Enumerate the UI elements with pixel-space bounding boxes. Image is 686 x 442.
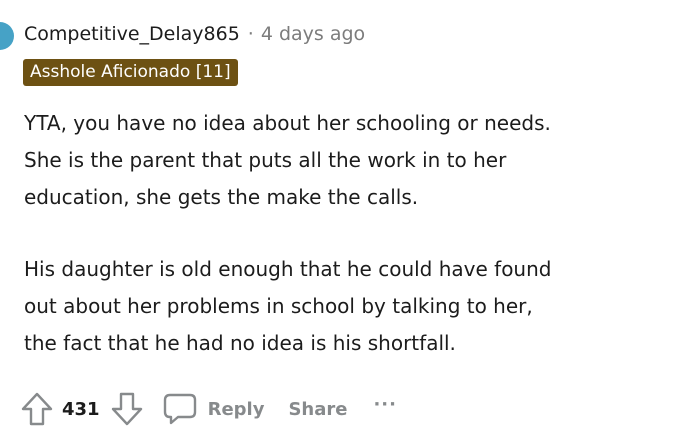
comment-paragraph-1: YTA, you have no idea about her schoolin… <box>24 105 684 216</box>
text-line: education, she gets the make the calls. <box>24 185 419 209</box>
user-flair-badge: Asshole Aficionado [11] <box>23 59 238 86</box>
upvote-arrow-icon[interactable] <box>20 391 54 427</box>
vote-count: 431 <box>62 398 100 420</box>
text-line: She is the parent that puts all the work… <box>24 148 507 172</box>
share-button[interactable]: Share <box>288 399 347 420</box>
more-options-icon[interactable]: ··· <box>373 394 397 415</box>
avatar[interactable] <box>0 22 14 50</box>
text-line: YTA, you have no idea about her schoolin… <box>24 111 551 135</box>
meta-separator: · <box>247 23 254 45</box>
text-line: out about her problems in school by talk… <box>24 294 533 318</box>
speech-bubble-icon <box>162 391 198 427</box>
comment-action-bar: 431 Reply Share ··· <box>20 387 397 431</box>
comment-paragraph-2: His daughter is old enough that he could… <box>24 251 684 362</box>
downvote-arrow-icon[interactable] <box>110 391 144 427</box>
author-username[interactable]: Competitive_Delay865 <box>24 23 240 45</box>
text-line: His daughter is old enough that he could… <box>24 257 552 281</box>
reply-label: Reply <box>207 398 265 420</box>
comment-header: Competitive_Delay865 · 4 days ago <box>24 20 365 48</box>
text-line: the fact that he had no idea is his shor… <box>24 331 456 355</box>
reply-button[interactable]: Reply <box>162 391 265 427</box>
comment-timestamp[interactable]: 4 days ago <box>261 23 365 45</box>
